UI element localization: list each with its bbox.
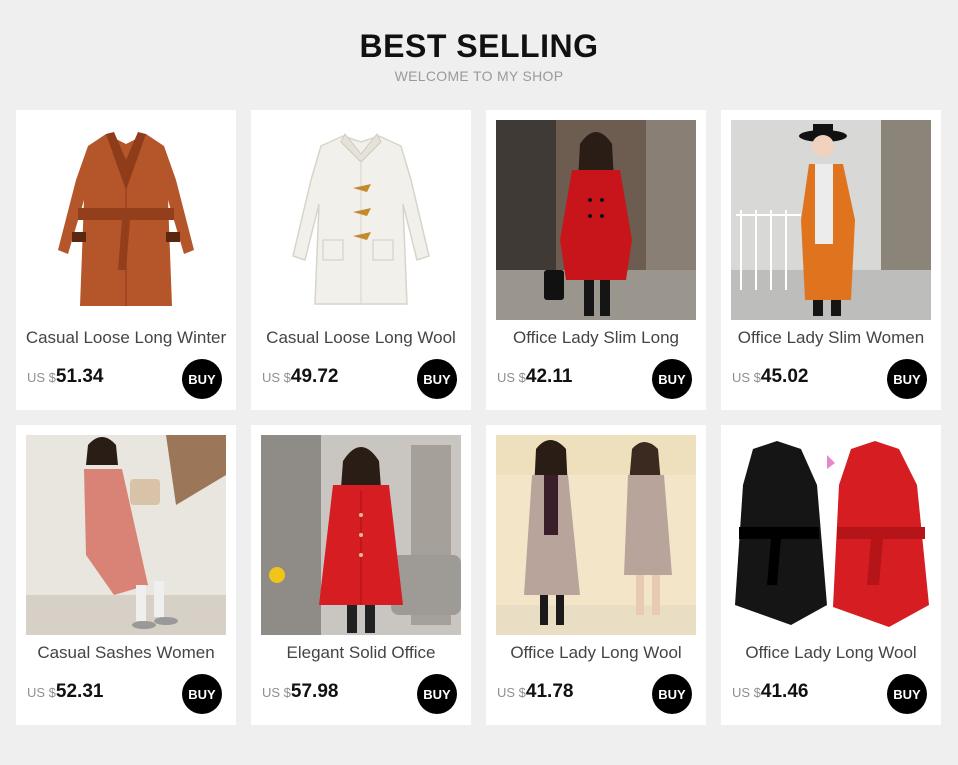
pink-coat-model-image	[26, 435, 226, 635]
red-coat-model-image	[496, 120, 696, 320]
price-amount: 51.34	[55, 366, 104, 387]
currency-label: US $	[262, 370, 291, 385]
product-card[interactable]: Office Lady Long Wool US $41.78 BUY	[486, 425, 706, 725]
product-image[interactable]	[26, 120, 226, 320]
price-amount: 41.46	[760, 681, 809, 702]
product-image[interactable]	[261, 120, 461, 320]
product-image[interactable]	[26, 435, 226, 635]
price-amount: 45.02	[760, 366, 809, 387]
product-name[interactable]: Office Lady Long Wool	[486, 643, 706, 663]
belted-coats-image	[731, 435, 931, 635]
product-price: US $42.11	[497, 366, 572, 388]
red-coat-indoor-image	[261, 435, 461, 635]
product-card[interactable]: Casual Loose Long Wool US $49.72 BUY	[251, 110, 471, 410]
price-amount: 42.11	[525, 366, 573, 387]
price-amount: 52.31	[55, 681, 104, 702]
buy-button[interactable]: BUY	[887, 674, 927, 714]
buy-button[interactable]: BUY	[417, 674, 457, 714]
white-coat-image	[261, 120, 461, 320]
product-image[interactable]	[496, 120, 696, 320]
page-subtitle: WELCOME TO MY SHOP	[394, 68, 564, 84]
buy-button[interactable]: BUY	[182, 359, 222, 399]
currency-label: US $	[732, 685, 761, 700]
product-name[interactable]: Office Lady Slim Long	[486, 328, 706, 348]
product-price: US $52.31	[27, 681, 103, 703]
product-card[interactable]: Office Lady Long Wool US $41.46 BUY	[721, 425, 941, 725]
product-price: US $45.02	[732, 366, 808, 388]
product-name[interactable]: Office Lady Slim Women	[721, 328, 941, 348]
buy-button[interactable]: BUY	[652, 674, 692, 714]
product-name[interactable]: Casual Sashes Women	[16, 643, 236, 663]
page-header: BEST SELLING WELCOME TO MY SHOP	[0, 26, 958, 84]
product-name[interactable]: Casual Loose Long Winter	[16, 328, 236, 348]
price-amount: 57.98	[290, 681, 339, 702]
buy-button[interactable]: BUY	[182, 674, 222, 714]
product-price: US $49.72	[262, 366, 338, 388]
product-price: US $57.98	[262, 681, 338, 703]
buy-button[interactable]: BUY	[417, 359, 457, 399]
orange-coat-model-image	[731, 120, 931, 320]
product-card[interactable]: Casual Sashes Women US $52.31 BUY	[16, 425, 236, 725]
beige-coat-model-image	[496, 435, 696, 635]
product-card[interactable]: Office Lady Slim Long US $42.11 BUY	[486, 110, 706, 410]
product-image[interactable]	[731, 435, 931, 635]
page-title: BEST SELLING	[359, 28, 599, 64]
product-image[interactable]	[496, 435, 696, 635]
product-image[interactable]	[731, 120, 931, 320]
product-name[interactable]: Elegant Solid Office	[251, 643, 471, 663]
currency-label: US $	[732, 370, 761, 385]
price-amount: 49.72	[290, 366, 339, 387]
product-card[interactable]: Elegant Solid Office US $57.98 BUY	[251, 425, 471, 725]
currency-label: US $	[262, 685, 291, 700]
buy-button[interactable]: BUY	[652, 359, 692, 399]
product-name[interactable]: Office Lady Long Wool	[721, 643, 941, 663]
buy-button[interactable]: BUY	[887, 359, 927, 399]
currency-label: US $	[497, 685, 526, 700]
product-name[interactable]: Casual Loose Long Wool	[251, 328, 471, 348]
rust-coat-image	[26, 120, 226, 320]
product-price: US $41.78	[497, 681, 573, 703]
product-card[interactable]: Office Lady Slim Women US $45.02 BUY	[721, 110, 941, 410]
price-amount: 41.78	[525, 681, 574, 702]
currency-label: US $	[27, 685, 56, 700]
currency-label: US $	[27, 370, 56, 385]
product-price: US $51.34	[27, 366, 103, 388]
product-card[interactable]: Casual Loose Long Winter US $51.34 BUY	[16, 110, 236, 410]
product-image[interactable]	[261, 435, 461, 635]
product-price: US $41.46	[732, 681, 808, 703]
currency-label: US $	[497, 370, 526, 385]
